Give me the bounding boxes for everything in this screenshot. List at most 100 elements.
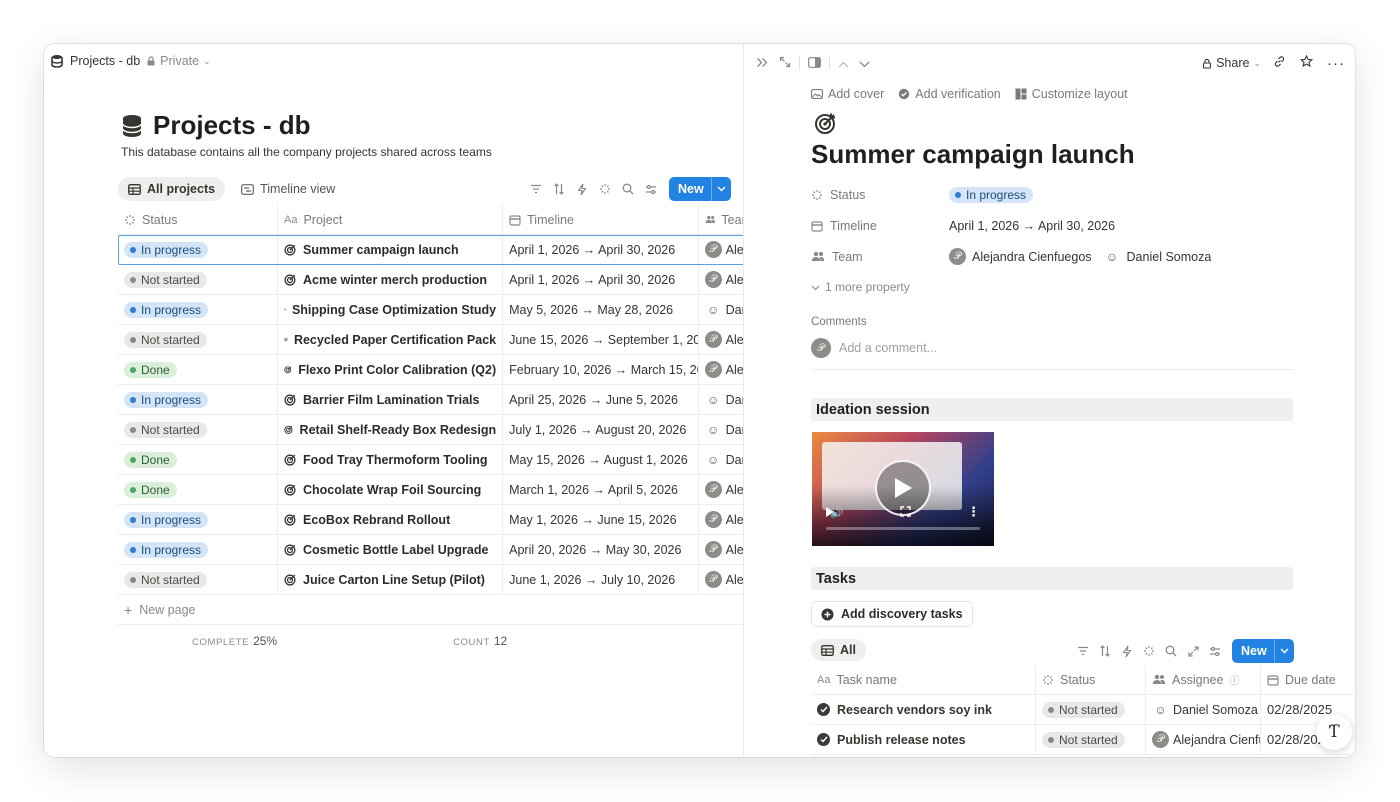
more-vertical-icon[interactable]: ⋮ xyxy=(967,504,980,520)
table-row[interactable]: In progress Cosmetic Bottle Label Upgrade… xyxy=(118,535,743,565)
customize-layout-button[interactable]: Customize layout xyxy=(1015,87,1128,101)
table-row[interactable]: In progress EcoBox Rebrand Rollout May 1, … xyxy=(118,505,743,535)
info-icon[interactable]: ⓘ xyxy=(1229,672,1239,687)
status-cell[interactable]: In progress xyxy=(118,235,278,264)
column-header-team[interactable]: Team xyxy=(699,205,743,234)
add-discovery-tasks-button[interactable]: Add discovery tasks xyxy=(811,601,973,627)
status-cell[interactable]: Done xyxy=(118,475,278,504)
breadcrumb-db-name[interactable]: Projects - db xyxy=(70,54,140,68)
team-cell[interactable]: 𝒫Alejandra Cienfuegos xyxy=(699,235,743,264)
status-badge[interactable]: Not started xyxy=(124,571,207,588)
status-badge[interactable]: In progress xyxy=(949,186,1034,203)
expand-icon[interactable] xyxy=(1186,644,1200,658)
table-row[interactable]: Done Food Tray Thermoform Tooling May 15, … xyxy=(118,445,743,475)
status-cell[interactable]: Done xyxy=(118,355,278,384)
task-assignee-cell[interactable]: 𝒫 Alejandra Cienfuegos xyxy=(1146,725,1261,754)
column-header-status[interactable]: Status xyxy=(118,205,278,234)
chevron-down-icon[interactable] xyxy=(859,56,870,71)
target-icon[interactable] xyxy=(814,111,838,138)
status-badge[interactable]: In progress xyxy=(124,541,209,558)
side-peek-icon[interactable] xyxy=(808,56,821,71)
status-cell[interactable]: Not started xyxy=(118,265,278,294)
table-row[interactable]: Not started Recycled Paper Certification … xyxy=(118,325,743,355)
timeline-cell[interactable]: June 15, 2026 → September 1, 2026 xyxy=(503,325,699,354)
column-header-due-date[interactable]: Due date xyxy=(1261,665,1355,694)
project-cell[interactable]: Cosmetic Bottle Label Upgrade xyxy=(278,535,504,564)
team-member[interactable]: Alejandra Cienfuegos xyxy=(972,250,1092,264)
project-cell[interactable]: Food Tray Thermoform Tooling xyxy=(278,445,504,474)
video-progress-bar[interactable] xyxy=(826,527,980,530)
timeline-cell[interactable]: March 1, 2026 → April 5, 2026 xyxy=(503,475,699,504)
chevron-up-icon[interactable] xyxy=(838,56,849,71)
project-cell[interactable]: Recycled Paper Certification Pack xyxy=(278,325,504,354)
timeline-cell[interactable]: April 20, 2026 → May 30, 2026 xyxy=(503,535,699,564)
task-row[interactable]: Publish release notes Not started 𝒫 Alejand… xyxy=(811,725,1355,755)
team-cell[interactable]: ☺ Daniel Somoza xyxy=(699,385,743,414)
team-member[interactable]: Daniel Somoza xyxy=(1127,250,1212,264)
status-cell[interactable]: Not started xyxy=(118,565,278,594)
link-icon[interactable] xyxy=(1273,55,1286,71)
tasks-heading[interactable]: Tasks xyxy=(811,567,1293,590)
project-cell[interactable]: Acme winter merch production xyxy=(278,265,504,294)
team-cell[interactable]: 𝒫Alejandra Cienfuegos xyxy=(699,505,743,534)
timeline-cell[interactable]: April 1, 2026 → April 30, 2026 xyxy=(503,235,699,264)
project-cell[interactable]: Flexo Print Color Calibration (Q2) xyxy=(278,355,504,384)
timeline-cell[interactable]: May 5, 2026 → May 28, 2026 xyxy=(503,295,699,324)
timeline-cell[interactable]: June 1, 2026 → July 10, 2026 xyxy=(503,565,699,594)
video-embed[interactable]: 🔊 ⋮ xyxy=(812,432,994,546)
sort-icon[interactable] xyxy=(552,182,566,196)
table-row[interactable]: Not started Juice Carton Line Setup (Pilo… xyxy=(118,565,743,595)
timeline-cell[interactable]: April 1, 2026 → April 30, 2026 xyxy=(503,265,699,294)
column-header-task-name[interactable]: Aa Task name xyxy=(811,665,1036,694)
status-badge[interactable]: Not started xyxy=(1042,701,1125,718)
status-badge[interactable]: Not started xyxy=(124,421,207,438)
new-button[interactable]: New xyxy=(669,177,731,201)
tab-timeline-view[interactable]: Timeline view xyxy=(231,177,345,201)
volume-icon[interactable]: 🔊 xyxy=(830,506,844,519)
timeline-cell[interactable]: July 1, 2026 → August 20, 2026 xyxy=(503,415,699,444)
task-assignee-cell[interactable]: ☺ Daniel Somoza xyxy=(1146,695,1261,724)
status-badge[interactable]: Not started xyxy=(124,271,207,288)
column-header-timeline[interactable]: Timeline xyxy=(503,205,699,234)
settings-sliders-icon[interactable] xyxy=(644,182,658,196)
task-name-cell[interactable]: Publish release notes xyxy=(811,725,1036,754)
project-cell[interactable]: Chocolate Wrap Foil Sourcing xyxy=(278,475,504,504)
expand-icon[interactable] xyxy=(779,56,791,71)
status-badge[interactable]: Done xyxy=(124,451,177,468)
status-badge[interactable]: In progress xyxy=(124,391,209,408)
more-options-icon[interactable]: ··· xyxy=(1327,55,1345,72)
team-cell[interactable]: 𝒫Alejandra Cienfuegos xyxy=(699,565,743,594)
add-cover-button[interactable]: Add cover xyxy=(811,87,884,101)
status-cell[interactable]: In progress xyxy=(118,295,278,324)
new-page-button[interactable]: + New page xyxy=(118,595,743,625)
team-cell[interactable]: ☺ Daniel Somoza xyxy=(699,445,743,474)
tab-all-projects[interactable]: All projects xyxy=(118,177,226,201)
status-cell[interactable]: In progress xyxy=(118,385,278,414)
team-cell[interactable]: 𝒫Alejandra Cienfuegos xyxy=(699,265,743,294)
team-cell[interactable]: 𝒫Alejandra Cienfuegos xyxy=(699,325,743,354)
status-badge[interactable]: Not started xyxy=(1042,731,1125,748)
column-header-project[interactable]: Aa Project xyxy=(278,205,504,234)
status-loading-icon[interactable] xyxy=(1142,644,1156,658)
project-cell[interactable]: Barrier Film Lamination Trials xyxy=(278,385,504,414)
timeline-cell[interactable]: February 10, 2026 → March 15, 2026 xyxy=(503,355,699,384)
task-status-cell[interactable]: Not started xyxy=(1036,695,1146,724)
team-cell[interactable]: 𝒫Alejandra Cienfuegos xyxy=(699,355,743,384)
comment-input[interactable]: 𝒫 Add a comment... xyxy=(811,338,937,358)
table-row[interactable]: In progress Shipping Case Optimization St… xyxy=(118,295,743,325)
property-timeline[interactable]: Timeline April 1, 2026 → April 30, 2026 xyxy=(811,210,1211,241)
property-status[interactable]: Status In progress xyxy=(811,179,1211,210)
status-cell[interactable]: Not started xyxy=(118,415,278,444)
table-row[interactable]: In progress Summer campaign launch April 1… xyxy=(118,235,743,265)
status-cell[interactable]: Done xyxy=(118,445,278,474)
footer-count[interactable]: COUNT 12 xyxy=(453,634,507,648)
table-row[interactable]: Done Flexo Print Color Calibration (Q2) Fe… xyxy=(118,355,743,385)
chevron-down-icon[interactable] xyxy=(710,177,731,201)
team-cell[interactable]: 𝒫Alejandra Cienfuegos xyxy=(699,535,743,564)
more-properties-toggle[interactable]: 1 more property xyxy=(811,272,1211,302)
project-cell[interactable]: Juice Carton Line Setup (Pilot) xyxy=(278,565,504,594)
project-cell[interactable]: EcoBox Rebrand Rollout xyxy=(278,505,504,534)
status-badge[interactable]: In progress xyxy=(124,241,209,258)
project-cell[interactable]: Summer campaign launch xyxy=(278,235,504,264)
tasks-new-button[interactable]: New xyxy=(1232,639,1294,663)
